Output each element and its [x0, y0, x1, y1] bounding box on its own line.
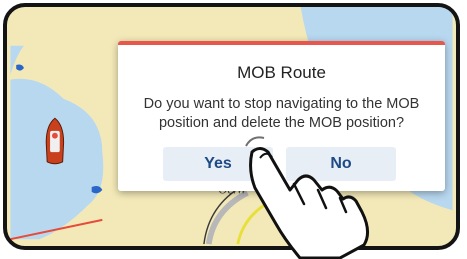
light-sector-yellow — [236, 204, 265, 245]
water-area-top-left — [10, 45, 24, 75]
dialog-message: Do you want to stop navigating to the MO… — [143, 96, 420, 131]
rock-mark — [91, 186, 103, 194]
light-sector — [205, 190, 249, 245]
chart-screen: Oc.W MOB Route Do you want to stop navig… — [3, 3, 460, 250]
yes-button[interactable]: Yes — [163, 147, 273, 181]
mob-route-dialog: MOB Route Do you want to stop navigating… — [118, 41, 445, 191]
dialog-accent-bar — [118, 41, 445, 45]
no-button[interactable]: No — [286, 147, 396, 181]
dialog-title: MOB Route — [237, 63, 326, 82]
rock-mark — [16, 64, 24, 71]
